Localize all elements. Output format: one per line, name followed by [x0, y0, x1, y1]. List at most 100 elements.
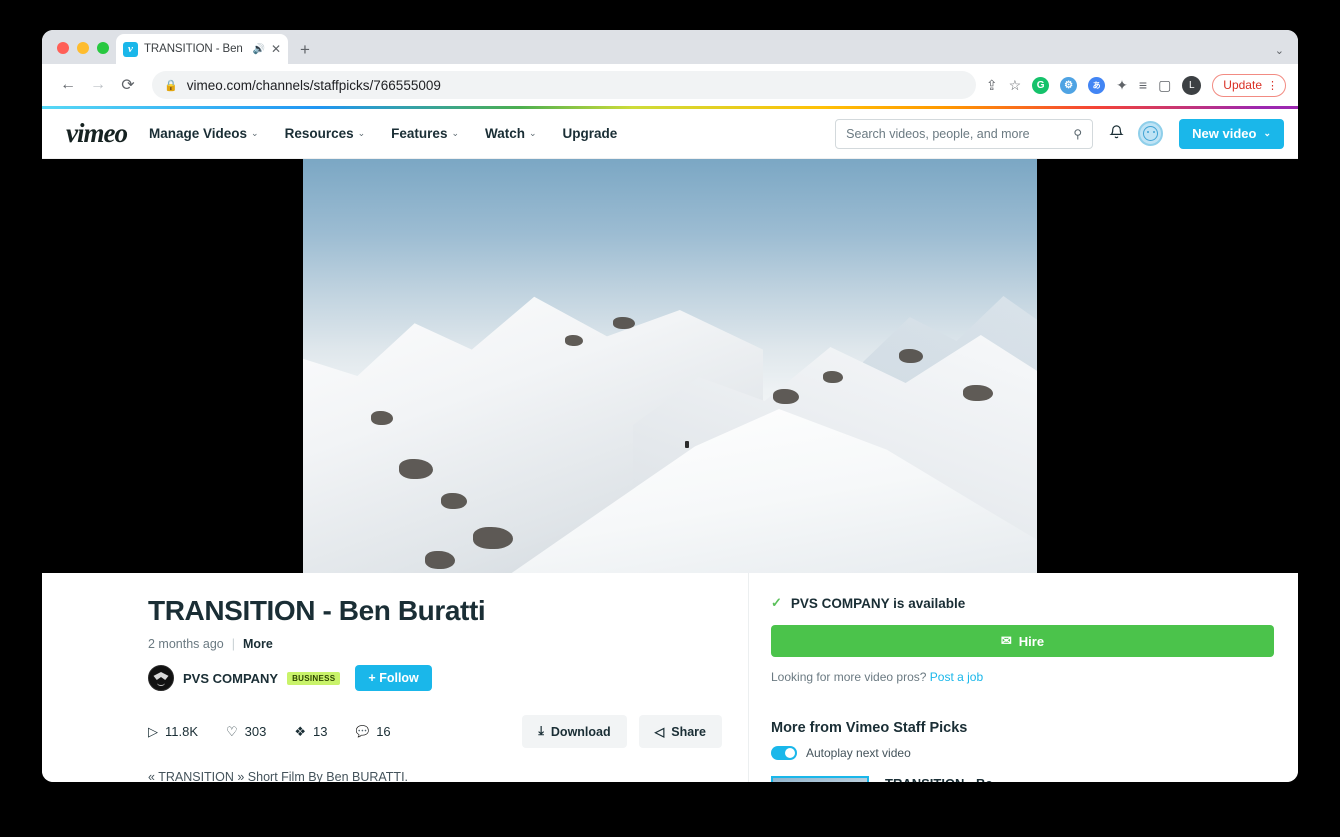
vimeo-logo[interactable]: vimeo [66, 118, 128, 149]
comment-icon: 💬 [355, 726, 370, 738]
puzzle-extensions-icon[interactable]: ✦ [1116, 78, 1128, 92]
kebab-menu-icon[interactable]: ⋮ [1267, 79, 1278, 92]
reading-list-icon[interactable]: ≡ [1139, 78, 1147, 92]
follow-button[interactable]: + Follow [355, 665, 432, 691]
chevron-down-icon: ⌄ [357, 128, 366, 138]
author-row: PVS COMPANY BUSINESS + Follow [148, 665, 722, 691]
share-icon[interactable]: ⇪ [986, 78, 998, 92]
chevron-down-icon: ⌄ [451, 128, 459, 138]
maximize-window-button[interactable] [97, 42, 109, 54]
back-icon[interactable]: ← [54, 71, 82, 99]
translate-icon[interactable]: あ [1088, 76, 1106, 94]
more-link[interactable]: More [243, 637, 273, 651]
nav-item-resources[interactable]: Resources ⌄ [285, 126, 366, 141]
video-stats: ▷ 11.8K ♡ 303 ❖ 13 💬 16 ⤓ Download ◁ Sha… [148, 715, 722, 748]
tab-close-icon[interactable]: ✕ [271, 43, 281, 55]
post-job-row: Looking for more video pros? Post a job [771, 670, 1274, 684]
stat-value: 16 [376, 724, 391, 739]
download-label: Download [550, 724, 611, 739]
new-tab-button[interactable]: + [300, 41, 310, 58]
availability-status: ✓ PVS COMPANY is available [771, 595, 1274, 611]
rock-outcrop [613, 317, 635, 329]
user-avatar[interactable] [1138, 121, 1164, 146]
rock-outcrop [565, 335, 583, 346]
download-button[interactable]: ⤓ Download [522, 715, 627, 748]
url-text: vimeo.com/channels/staffpicks/766555009 [186, 77, 441, 93]
profile-avatar[interactable]: L [1182, 75, 1202, 95]
rock-outcrop [963, 385, 993, 401]
more-from-heading: More from Vimeo Staff Picks [771, 720, 968, 736]
address-bar[interactable]: 🔒 vimeo.com/channels/staffpicks/76655500… [152, 71, 976, 99]
check-icon: ✓ [771, 595, 782, 610]
hire-button[interactable]: ✉ Hire [771, 625, 1274, 657]
related-video-thumbnail[interactable] [771, 776, 869, 782]
author-avatar[interactable] [148, 665, 174, 691]
post-a-job-link[interactable]: Post a job [930, 670, 983, 684]
bookmark-star-icon[interactable]: ☆ [1009, 78, 1022, 92]
related-video-title[interactable]: TRANSITION - Be… [885, 776, 1006, 782]
notifications-bell-icon[interactable] [1109, 124, 1124, 144]
description-line: « TRANSITION » Short Film By Ben BURATTI… [148, 770, 409, 782]
rock-outcrop [473, 527, 513, 549]
collections-icon: ❖ [294, 723, 307, 739]
stat-value: 11.8K [165, 724, 199, 739]
video-description: « TRANSITION » Short Film By Ben BURATTI… [148, 768, 722, 782]
share-button[interactable]: ◁ Share [638, 715, 722, 748]
minimize-window-button[interactable] [77, 42, 89, 54]
reload-icon[interactable]: ⟳ [114, 71, 142, 99]
stat-comments[interactable]: 💬 16 [356, 724, 391, 739]
autoplay-label: Autoplay next video [806, 746, 911, 760]
window-controls[interactable] [57, 42, 109, 54]
hire-label: Hire [1018, 633, 1045, 649]
rock-outcrop [371, 411, 393, 425]
vimeo-favicon: v [123, 41, 138, 57]
side-panel-icon[interactable]: ▢ [1158, 78, 1171, 92]
browser-tab[interactable]: v TRANSITION - Ben Buratti 🔊 ✕ [116, 34, 288, 64]
chevron-down-icon[interactable]: ⌄ [1275, 44, 1284, 57]
stat-value: 13 [313, 724, 328, 739]
update-button[interactable]: Update ⋮ [1212, 73, 1286, 97]
download-icon: ⤓ [538, 724, 544, 738]
availability-text: PVS COMPANY is available [790, 595, 966, 611]
pros-text: Looking for more video pros? [771, 670, 927, 684]
smiley-icon [1143, 126, 1159, 141]
rock-outcrop [823, 371, 843, 383]
search-box[interactable]: ⚲ [835, 118, 1094, 149]
nav-item-features[interactable]: Features ⌄ [391, 126, 459, 141]
new-video-label: New video [1192, 126, 1257, 141]
browser-tab-strip: v TRANSITION - Ben Buratti 🔊 ✕ + ⌄ [42, 30, 1298, 64]
stat-likes[interactable]: ♡ 303 [226, 724, 266, 740]
nav-label: Resources [284, 126, 354, 141]
nav-item-watch[interactable]: Watch ⌄ [485, 126, 537, 141]
close-window-button[interactable] [57, 42, 69, 54]
grammarly-icon[interactable]: G [1032, 76, 1050, 94]
toolbar-icons: ⇪ ☆ G ⚙ あ ✦ ≡ ▢ L Update ⋮ [986, 73, 1286, 97]
search-input[interactable] [846, 126, 1068, 141]
tab-title: TRANSITION - Ben Buratti [144, 43, 246, 55]
nav-label: Upgrade [562, 126, 618, 141]
share-label: Share [671, 724, 706, 739]
nav-item-upgrade[interactable]: Upgrade [563, 126, 618, 141]
related-video-text: TRANSITION - Be… PVS COMPANY [885, 776, 1006, 782]
page-title: TRANSITION - Ben Buratti [148, 595, 486, 626]
forward-icon[interactable]: → [84, 71, 112, 99]
heart-icon: ♡ [226, 723, 238, 739]
author-name[interactable]: PVS COMPANY [183, 671, 278, 686]
share-icon: ◁ [654, 725, 665, 739]
stat-collections[interactable]: ❖ 13 [294, 724, 327, 740]
tab-audio-icon[interactable]: 🔊 [252, 44, 264, 55]
search-icon[interactable]: ⚲ [1073, 127, 1082, 141]
autoplay-row[interactable]: Autoplay next video [771, 746, 1274, 760]
envelope-icon: ✉ [1000, 633, 1012, 648]
video-player[interactable] [42, 159, 1298, 573]
extension-gear-icon[interactable]: ⚙ [1060, 76, 1078, 94]
related-video-item[interactable]: TRANSITION - Be… PVS COMPANY [771, 776, 1274, 782]
skier [685, 441, 689, 448]
new-video-button[interactable]: New video ⌄ [1179, 118, 1284, 149]
video-details-column: TRANSITION - Ben Buratti 2 months ago | … [42, 573, 748, 782]
screenshot-root: v TRANSITION - Ben Buratti 🔊 ✕ + ⌄ ← → ⟳… [0, 0, 1340, 837]
chevron-down-icon: ⌄ [251, 128, 259, 138]
autoplay-toggle[interactable] [771, 746, 797, 760]
nav-item-manage-videos[interactable]: Manage Videos ⌄ [149, 126, 259, 141]
nav-label: Watch [485, 126, 525, 141]
